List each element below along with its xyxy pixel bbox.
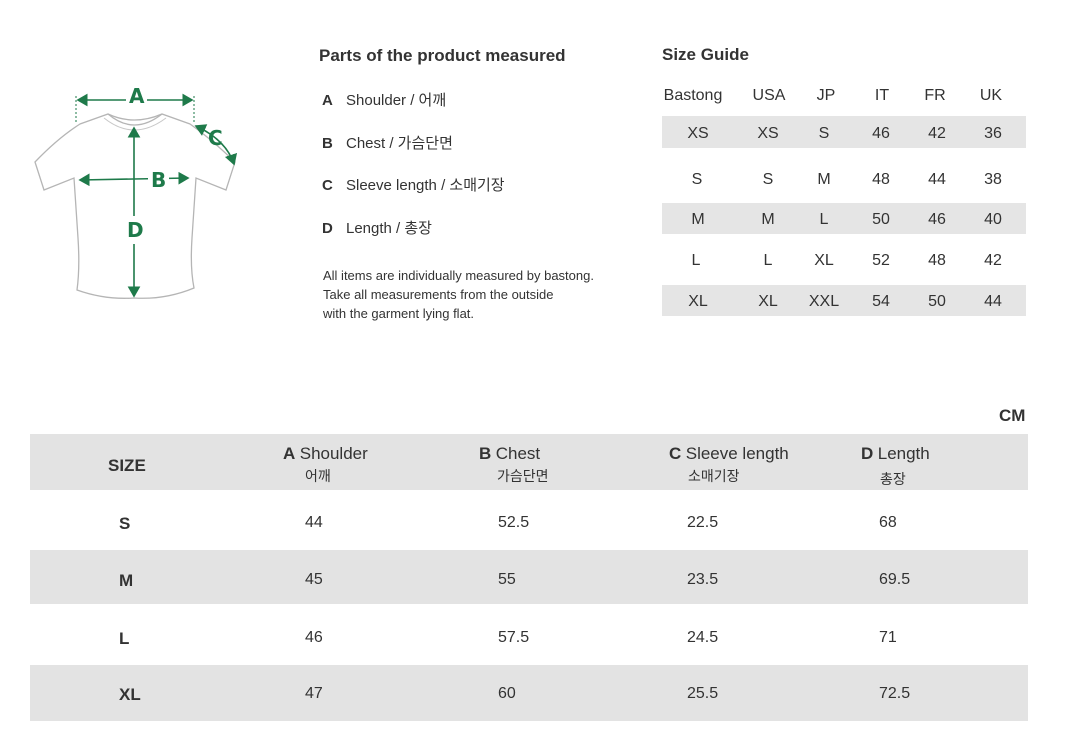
table-row-size: L xyxy=(119,629,130,648)
table-cell: 60 xyxy=(498,685,516,702)
size-guide-cell: S xyxy=(762,171,774,188)
size-guide-cell: XL xyxy=(814,252,834,269)
diagram-label-d: D xyxy=(125,216,146,244)
table-row-size: XL xyxy=(119,685,141,704)
header-ko-label: 소매기장 xyxy=(688,468,740,484)
part-letter: A xyxy=(322,92,333,109)
table-cell: 47 xyxy=(305,685,323,702)
size-guide-cell: L xyxy=(819,211,829,228)
part-item-chest: B Chest / 가슴단면 xyxy=(322,132,453,153)
header-label: Chest xyxy=(495,444,541,463)
header-label: Sleeve length xyxy=(685,444,789,463)
part-letter: D xyxy=(322,220,333,237)
header-shoulder: A Shoulder xyxy=(283,444,368,464)
size-guide-cell: 54 xyxy=(872,293,890,310)
diagram-label-c: C xyxy=(208,126,223,150)
table-row-size: S xyxy=(119,514,131,533)
part-label: Shoulder / 어깨 xyxy=(346,92,447,109)
part-label: Length / 총장 xyxy=(346,220,432,237)
table-cell: 69.5 xyxy=(879,571,911,588)
parts-title: Parts of the product measured xyxy=(319,46,566,65)
size-guide-cell: M xyxy=(817,171,831,188)
size-guide-cell: XL xyxy=(758,293,778,310)
unit-label: CM xyxy=(999,406,1026,425)
size-guide-cell: 42 xyxy=(984,252,1002,269)
table-cell: 22.5 xyxy=(687,514,719,531)
size-guide-cell: M xyxy=(761,211,775,228)
size-guide-cell: XS xyxy=(757,125,779,142)
size-guide-cell: S xyxy=(691,171,703,188)
table-cell: 71 xyxy=(879,629,897,646)
header-sleeve-length: C Sleeve length xyxy=(669,444,789,464)
size-guide-header: FR xyxy=(924,87,946,104)
part-item-length: D Length / 총장 xyxy=(322,217,432,238)
table-cell: 44 xyxy=(305,514,323,531)
size-guide-cell: 50 xyxy=(928,293,946,310)
diagram-label-a: A xyxy=(126,84,148,108)
size-guide-cell: M xyxy=(691,211,705,228)
header-label: Length xyxy=(877,444,930,463)
size-guide-cell: XXL xyxy=(808,293,840,310)
table-cell: 46 xyxy=(305,629,323,646)
size-guide-cell: XL xyxy=(688,293,708,310)
header-ko-label: 총장 xyxy=(880,471,906,487)
table-row-size: M xyxy=(119,571,134,590)
size-guide-cell: 42 xyxy=(928,125,946,142)
tshirt-outline-icon xyxy=(34,93,238,299)
table-cell: 55 xyxy=(498,571,516,588)
size-guide-cell: 46 xyxy=(872,125,890,142)
part-item-sleeve-length: C Sleeve length / 소매기장 xyxy=(322,174,505,195)
table-cell: 52.5 xyxy=(498,514,530,531)
size-guide-cell: 36 xyxy=(984,125,1002,142)
part-letter: B xyxy=(322,135,333,152)
header-label: Shoulder xyxy=(299,444,368,463)
table-cell: 24.5 xyxy=(687,629,719,646)
table-cell: 45 xyxy=(305,571,323,588)
header-letter: C xyxy=(669,444,682,463)
note-line: with the garment lying flat. xyxy=(323,306,475,321)
table-cell: 25.5 xyxy=(687,685,719,702)
tshirt-diagram: A B C D xyxy=(30,78,245,310)
size-guide-cell: 44 xyxy=(928,171,946,188)
header-letter: D xyxy=(861,444,874,463)
size-guide-cell: XS xyxy=(687,125,709,142)
part-item-shoulder: A Shoulder / 어깨 xyxy=(322,89,446,110)
table-cell: 72.5 xyxy=(879,685,911,702)
size-guide-header: IT xyxy=(874,87,890,104)
size-guide-header: UK xyxy=(979,87,1003,104)
size-guide-cell: 48 xyxy=(928,252,946,269)
size-guide-cell: 40 xyxy=(984,211,1002,228)
size-guide-cell: 52 xyxy=(872,252,890,269)
table-cell: 68 xyxy=(879,514,897,531)
header-ko-label: 가슴단면 xyxy=(497,468,549,484)
size-guide-cell: 46 xyxy=(928,211,946,228)
part-label: Sleeve length / 소매기장 xyxy=(346,177,505,194)
size-guide-header: Bastong xyxy=(663,87,723,104)
diagram-label-b: B xyxy=(148,168,170,192)
header-size: SIZE xyxy=(108,456,146,475)
note-line: All items are individually measured by b… xyxy=(323,268,594,283)
size-guide-cell: S xyxy=(818,125,830,142)
size-guide-cell: 48 xyxy=(872,171,890,188)
table-cell: 23.5 xyxy=(687,571,719,588)
size-guide-cell: 50 xyxy=(872,211,890,228)
measurement-note: All items are individually measured by b… xyxy=(323,266,623,323)
size-guide-header: USA xyxy=(752,87,786,104)
note-line: Take all measurements from the outside xyxy=(323,287,554,302)
size-guide-cell: 38 xyxy=(984,171,1002,188)
part-letter: C xyxy=(322,177,333,194)
header-length: D Length xyxy=(861,444,930,464)
header-letter: A xyxy=(283,444,296,463)
size-guide-cell: L xyxy=(763,252,773,269)
size-guide-cell: L xyxy=(691,252,701,269)
part-label: Chest / 가슴단면 xyxy=(346,135,453,152)
header-letter: B xyxy=(479,444,492,463)
header-chest: B Chest xyxy=(479,444,540,464)
table-cell: 57.5 xyxy=(498,629,530,646)
size-guide-cell: 44 xyxy=(984,293,1002,310)
size-guide-header: JP xyxy=(816,87,836,104)
size-guide-title: Size Guide xyxy=(662,45,749,64)
header-ko-label: 어깨 xyxy=(305,468,331,484)
